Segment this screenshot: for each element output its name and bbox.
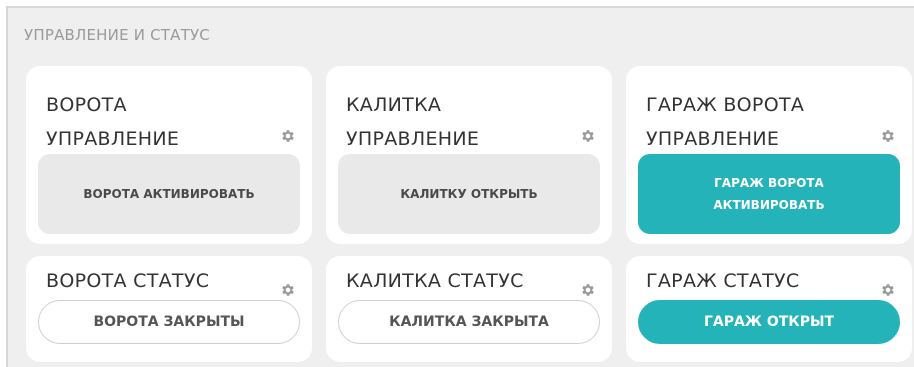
gate-activate-button[interactable]: ВОРОТА АКТИВИРОВАТЬ (38, 154, 300, 234)
card-wicket-control: КАЛИТКА УПРАВЛЕНИЕ КАЛИТКУ ОТКРЫТЬ (326, 66, 612, 244)
gear-icon[interactable] (880, 282, 896, 298)
control-panel: УПРАВЛЕНИЕ И СТАТУС ВОРОТА УПРАВЛЕНИЕ ВО… (6, 6, 914, 367)
gear-icon[interactable] (280, 282, 296, 298)
card-title: ГАРАЖ ВОРОТА УПРАВЛЕНИЕ (646, 94, 805, 150)
card-garage-status: ГАРАЖ СТАТУС ГАРАЖ ОТКРЫТ (626, 256, 912, 362)
garage-activate-button[interactable]: ГАРАЖ ВОРОТА АКТИВИРОВАТЬ (638, 154, 900, 234)
panel-title: УПРАВЛЕНИЕ И СТАТУС (24, 26, 210, 44)
card-title: КАЛИТКА СТАТУС (346, 270, 524, 292)
gear-icon[interactable] (580, 282, 596, 298)
card-title: ВОРОТА СТАТУС (46, 270, 210, 292)
card-title: ВОРОТА УПРАВЛЕНИЕ (46, 94, 180, 150)
gear-icon[interactable] (280, 128, 296, 144)
wicket-status-badge: КАЛИТКА ЗАКРЫТА (338, 300, 600, 344)
gear-icon[interactable] (880, 128, 896, 144)
garage-status-badge: ГАРАЖ ОТКРЫТ (638, 300, 900, 344)
wicket-open-button[interactable]: КАЛИТКУ ОТКРЫТЬ (338, 154, 600, 234)
card-gate-status: ВОРОТА СТАТУС ВОРОТА ЗАКРЫТЫ (26, 256, 312, 362)
card-garage-control: ГАРАЖ ВОРОТА УПРАВЛЕНИЕ ГАРАЖ ВОРОТА АКТ… (626, 66, 912, 244)
gate-status-badge: ВОРОТА ЗАКРЫТЫ (38, 300, 300, 344)
card-gate-control: ВОРОТА УПРАВЛЕНИЕ ВОРОТА АКТИВИРОВАТЬ (26, 66, 312, 244)
card-wicket-status: КАЛИТКА СТАТУС КАЛИТКА ЗАКРЫТА (326, 256, 612, 362)
gear-icon[interactable] (580, 128, 596, 144)
card-title: КАЛИТКА УПРАВЛЕНИЕ (346, 94, 480, 150)
card-title: ГАРАЖ СТАТУС (646, 270, 800, 292)
